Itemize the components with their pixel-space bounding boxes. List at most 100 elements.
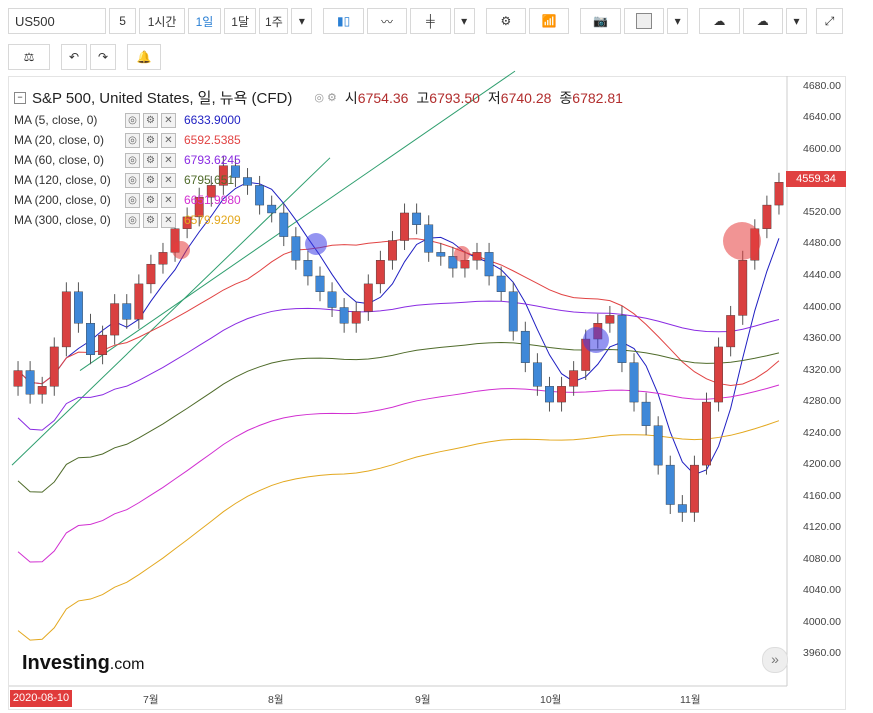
candle bbox=[689, 464, 699, 513]
gear-icon[interactable]: ⚙ bbox=[143, 112, 158, 128]
eye-icon[interactable]: ◎ bbox=[125, 132, 140, 148]
ma-label: MA (5, close, 0) bbox=[14, 113, 98, 127]
candle bbox=[37, 386, 47, 395]
moving-average-list: MA (5, close, 0) ◎ ⚙ ✕ 6633.9000 MA (20, clos… bbox=[14, 110, 623, 230]
high-value: 고6793.50 bbox=[416, 89, 480, 106]
close-icon[interactable]: ✕ bbox=[161, 172, 176, 188]
ma-legend-row: MA (5, close, 0) ◎ ⚙ ✕ 6633.9000 bbox=[14, 110, 623, 130]
close-icon[interactable]: ✕ bbox=[161, 192, 176, 208]
candle bbox=[291, 236, 301, 261]
ma-label: MA (120, close, 0) bbox=[14, 173, 111, 187]
candle bbox=[13, 370, 23, 387]
legend-toggle-icons[interactable]: ◎ ⚙ bbox=[314, 91, 337, 104]
highlight-circles bbox=[172, 222, 761, 353]
y-tick-label: 4040.00 bbox=[803, 584, 841, 597]
highlight-circle bbox=[723, 222, 761, 260]
ma-label: MA (20, close, 0) bbox=[14, 133, 105, 147]
close-value: 종6782.81 bbox=[559, 89, 623, 106]
ma-value: 6633.9000 bbox=[184, 113, 241, 127]
close-icon[interactable]: ✕ bbox=[161, 132, 176, 148]
ma-label: MA (60, close, 0) bbox=[14, 153, 105, 167]
x-tick-label: 11월 bbox=[680, 694, 701, 706]
y-tick-label: 4520.00 bbox=[803, 205, 841, 218]
candle bbox=[74, 291, 83, 324]
ma-value: 6793.6245 bbox=[184, 153, 241, 167]
x-tick-label: 9월 bbox=[415, 694, 431, 706]
y-tick-label: 4320.00 bbox=[803, 363, 841, 376]
close-icon[interactable]: ✕ bbox=[161, 152, 176, 168]
candle bbox=[714, 346, 723, 403]
scroll-to-latest-button[interactable]: » bbox=[762, 647, 788, 673]
ma-value: 6651.9980 bbox=[184, 193, 241, 207]
candle bbox=[569, 370, 579, 387]
eye-icon[interactable]: ◎ bbox=[125, 212, 140, 228]
y-tick-label: 4080.00 bbox=[803, 552, 841, 565]
candle bbox=[545, 386, 554, 403]
instrument-name: S&P 500, United States, 일, 뉴욕 (CFD) bbox=[32, 90, 293, 107]
y-tick-label: 4200.00 bbox=[803, 458, 841, 471]
candle bbox=[520, 330, 530, 363]
x-tick-label: 10월 bbox=[540, 694, 562, 706]
ma-legend-row: MA (20, close, 0) ◎ ⚙ ✕ 6592.5385 bbox=[14, 130, 623, 150]
eye-icon[interactable]: ◎ bbox=[125, 112, 140, 128]
candle bbox=[532, 362, 542, 387]
ma-legend-row: MA (120, close, 0) ◎ ⚙ ✕ 6795.651 bbox=[14, 170, 623, 190]
candle bbox=[738, 260, 748, 316]
candle bbox=[605, 315, 615, 324]
gear-icon[interactable]: ⚙ bbox=[143, 172, 158, 188]
candle bbox=[25, 370, 35, 395]
close-icon[interactable]: ✕ bbox=[161, 112, 176, 128]
candle bbox=[617, 315, 627, 363]
candle bbox=[327, 291, 337, 308]
candle bbox=[484, 252, 494, 277]
ma-legend-row: MA (300, close, 0) ◎ ⚙ ✕ 6579.9209 bbox=[14, 210, 623, 230]
candle bbox=[61, 291, 71, 348]
eye-icon[interactable]: ◎ bbox=[125, 152, 140, 168]
y-tick-label: 4600.00 bbox=[803, 142, 841, 155]
collapse-icon[interactable]: − bbox=[14, 91, 26, 104]
y-tick-label: 4240.00 bbox=[803, 426, 841, 439]
moving-average-lines bbox=[17, 181, 780, 641]
gear-icon[interactable]: ⚙ bbox=[143, 192, 158, 208]
x-tick-label: 8월 bbox=[268, 694, 284, 706]
close-icon[interactable]: ✕ bbox=[161, 212, 176, 228]
candle bbox=[49, 346, 59, 387]
ma-line bbox=[17, 238, 780, 387]
candle bbox=[436, 252, 446, 257]
highlight-circle bbox=[305, 233, 327, 255]
gear-icon[interactable]: ⚙ bbox=[143, 212, 158, 228]
y-tick-label: 4360.00 bbox=[803, 332, 841, 345]
legend-title: − S&P 500, United States, 일, 뉴욕 (CFD) ◎ … bbox=[14, 87, 623, 108]
y-tick-label: 4480.00 bbox=[803, 237, 841, 250]
ma-label: MA (200, close, 0) bbox=[14, 193, 111, 207]
candle bbox=[726, 315, 736, 348]
y-tick-label: 4440.00 bbox=[803, 269, 841, 281]
candle bbox=[665, 464, 675, 505]
candle bbox=[774, 182, 784, 206]
low-value: 저6740.28 bbox=[487, 89, 552, 106]
y-tick-label: 3960.00 bbox=[803, 647, 841, 660]
open-value: 시6754.36 bbox=[344, 89, 409, 106]
last-price-badge: 4559.34 bbox=[786, 171, 846, 187]
y-tick-label: 4000.00 bbox=[803, 615, 841, 628]
candle bbox=[351, 311, 361, 324]
candle bbox=[122, 303, 132, 320]
candle bbox=[134, 283, 144, 320]
candle bbox=[158, 252, 168, 265]
candle bbox=[472, 252, 482, 261]
candle bbox=[653, 425, 663, 466]
eye-icon[interactable]: ◎ bbox=[125, 172, 140, 188]
gear-icon[interactable]: ⚙ bbox=[143, 152, 158, 168]
ma-value: 6579.9209 bbox=[184, 213, 241, 227]
ma-legend-row: MA (200, close, 0) ◎ ⚙ ✕ 6651.9980 bbox=[14, 190, 623, 210]
y-tick-label: 4280.00 bbox=[803, 395, 841, 408]
candle bbox=[86, 323, 95, 355]
eye-icon[interactable]: ◎ bbox=[125, 192, 140, 208]
ma-legend-row: MA (60, close, 0) ◎ ⚙ ✕ 6793.6245 bbox=[14, 150, 623, 170]
candle bbox=[339, 307, 349, 324]
y-tick-label: 4400.00 bbox=[803, 300, 841, 313]
gear-icon[interactable]: ⚙ bbox=[143, 132, 158, 148]
ma-line bbox=[17, 420, 780, 641]
candle bbox=[762, 204, 772, 229]
ma-line bbox=[17, 384, 780, 563]
